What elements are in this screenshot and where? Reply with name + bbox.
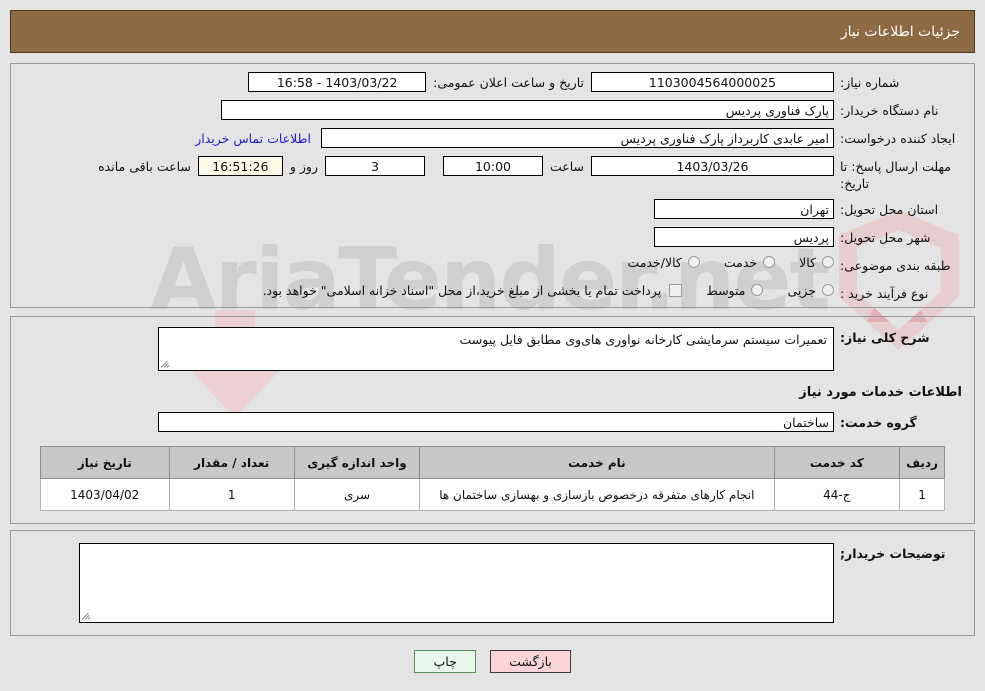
- row-deadline: مهلت ارسال پاسخ: تا تاریخ: 1403/03/26 سا…: [23, 156, 962, 193]
- deadline-label: مهلت ارسال پاسخ: تا تاریخ:: [840, 159, 951, 191]
- page-root: جزئیات اطلاعات نیاز شماره نیاز: 11030045…: [0, 0, 985, 673]
- city-input[interactable]: پردیس: [654, 226, 834, 247]
- footer-button-bar: بازگشت چاپ: [10, 650, 975, 673]
- checkbox-icon: [669, 283, 683, 297]
- row-description: شرح کلی نیاز: تعمیرات سیستم سرمایشی کارخ…: [23, 327, 962, 371]
- buyer-notes-textarea[interactable]: [79, 543, 834, 623]
- services-table: ردیف کد خدمت نام خدمت واحد اندازه گیری ت…: [40, 446, 945, 511]
- category-option-label: کالا/خدمت: [627, 254, 682, 270]
- category-label: طبقه بندی موضوعی:: [840, 257, 951, 273]
- remaining-label: ساعت باقی مانده: [98, 158, 191, 174]
- category-radio-group: کالا خدمت کالا/خدمت: [603, 255, 834, 270]
- table-row[interactable]: 1 ج-44 انجام کارهای متفرقه درخصوص بازساز…: [40, 478, 945, 511]
- service-group-label: گروه خدمت:: [840, 415, 917, 430]
- page-title: جزئیات اطلاعات نیاز: [840, 23, 960, 40]
- category-radio-kala[interactable]: کالا: [799, 255, 834, 270]
- radio-circle-icon: [687, 256, 700, 269]
- need-info-panel: شماره نیاز: 1103004564000025 تاریخ و ساع…: [10, 63, 975, 308]
- description-textarea-wrap: تعمیرات سیستم سرمایشی کارخانه نواوری های…: [158, 327, 834, 371]
- row-need-number: شماره نیاز: 1103004564000025 تاریخ و ساع…: [23, 72, 962, 94]
- description-label: شرح کلی نیاز:: [840, 330, 930, 345]
- countdown-clock-input[interactable]: 16:51:26: [197, 156, 283, 176]
- creator-label: ایجاد کننده درخواست:: [840, 131, 956, 146]
- deadline-time-input[interactable]: 10:00: [442, 156, 543, 176]
- process-option-label: متوسط: [706, 282, 746, 298]
- cell-service-name: انجام کارهای متفرقه درخصوص بازسازی و بهس…: [419, 478, 775, 511]
- treasury-statement: پرداخت تمام یا بخشی از مبلغ خرید،از محل …: [262, 282, 662, 298]
- th-quantity: تعداد / مقدار: [168, 446, 295, 479]
- th-service-name: نام خدمت: [419, 446, 775, 479]
- radio-circle-icon: [822, 256, 834, 269]
- creator-input[interactable]: امیر عابدی کاربرداز پارک فناوری پردیس: [321, 128, 834, 148]
- th-unit: واحد اندازه گیری: [293, 446, 421, 479]
- public-announce-input[interactable]: 1403/03/22 - 16:58: [248, 72, 427, 92]
- th-radif: ردیف: [899, 446, 945, 479]
- need-number-input[interactable]: 1103004564000025: [591, 72, 834, 92]
- deadline-date-input[interactable]: 1403/03/26: [591, 156, 834, 176]
- spacer-label: [425, 159, 443, 174]
- need-number-label: شماره نیاز:: [840, 75, 900, 90]
- buyer-contact-link[interactable]: اطلاعات تماس خریدار: [185, 131, 321, 146]
- row-creator: ایجاد کننده درخواست: امیر عابدی کاربرداز…: [23, 128, 962, 150]
- print-button[interactable]: چاپ: [414, 650, 477, 673]
- province-label: استان محل تحویل:: [840, 201, 939, 217]
- row-service-group: گروه خدمت: ساختمان: [23, 412, 962, 434]
- radio-circle-icon: [822, 284, 834, 297]
- public-announce-label: تاریخ و ساعت اعلان عمومی:: [433, 74, 584, 90]
- province-input[interactable]: تهران: [654, 198, 834, 219]
- back-button[interactable]: بازگشت: [490, 650, 571, 673]
- th-service-code: کد خدمت: [773, 446, 901, 479]
- radio-circle-icon: [763, 256, 776, 269]
- row-process-type: نوع فرآیند خرید : جزیی متوسط پرداخت تمام…: [23, 283, 962, 305]
- cell-service-code: ج-44: [773, 478, 901, 511]
- days-label: روز و: [289, 158, 318, 174]
- description-textarea[interactable]: تعمیرات سیستم سرمایشی کارخانه نواوری های…: [158, 327, 834, 371]
- page-header: جزئیات اطلاعات نیاز: [10, 10, 975, 53]
- process-type-label: نوع فرآیند خرید :: [840, 285, 929, 301]
- radio-circle-icon: [751, 284, 764, 297]
- hour-label: ساعت: [549, 158, 584, 174]
- services-section-title: اطلاعات خدمات مورد نیاز: [799, 385, 962, 400]
- buyer-org-input[interactable]: پارک فناوری پردیس: [221, 100, 834, 120]
- city-label: شهر محل تحویل:: [840, 229, 931, 245]
- treasury-checkbox-item[interactable]: پرداخت تمام یا بخشی از مبلغ خرید،از محل …: [263, 283, 683, 298]
- cell-unit: سری: [293, 478, 421, 511]
- th-need-date: تاریخ نیاز: [40, 446, 170, 479]
- category-option-label: خدمت: [723, 254, 758, 270]
- cell-radif: 1: [899, 478, 945, 511]
- row-buyer-org: نام دستگاه خریدار: پارک فناوری پردیس: [23, 100, 962, 122]
- row-province: استان محل تحویل: تهران: [23, 198, 962, 221]
- buyer-notes-label: توضیحات خریدار;: [840, 546, 946, 561]
- process-option-label: جزیی: [787, 282, 816, 298]
- service-group-input[interactable]: ساختمان: [158, 412, 834, 432]
- process-radio-jozii[interactable]: جزیی: [787, 283, 834, 298]
- days-remaining-input[interactable]: 3: [325, 156, 425, 176]
- row-city: شهر محل تحویل: پردیس: [23, 226, 962, 249]
- cell-quantity: 1: [168, 478, 295, 511]
- category-radio-khedmat[interactable]: خدمت: [723, 254, 776, 270]
- buyer-notes-panel: توضیحات خریدار;: [10, 530, 975, 636]
- row-category: طبقه بندی موضوعی: کالا خدمت کالا/خدمت: [23, 255, 962, 277]
- category-radio-kala-khedmat[interactable]: کالا/خدمت: [627, 254, 700, 270]
- row-buyer-notes: توضیحات خریدار;: [23, 543, 962, 623]
- table-header-row: ردیف کد خدمت نام خدمت واحد اندازه گیری ت…: [40, 446, 945, 479]
- services-panel: شرح کلی نیاز: تعمیرات سیستم سرمایشی کارخ…: [10, 316, 975, 524]
- buyer-notes-textarea-wrap: [79, 543, 834, 623]
- buyer-org-label: نام دستگاه خریدار:: [840, 103, 939, 118]
- category-option-label: کالا: [799, 254, 816, 270]
- cell-need-date: 1403/04/02: [40, 478, 170, 511]
- process-radio-group: جزیی متوسط پرداخت تمام یا بخشی از مبلغ خ…: [239, 283, 834, 298]
- process-radio-motavasset[interactable]: متوسط: [706, 282, 764, 298]
